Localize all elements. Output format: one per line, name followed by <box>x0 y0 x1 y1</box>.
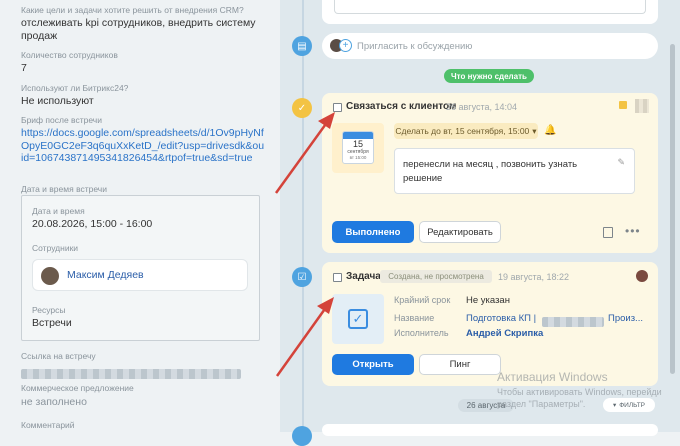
staff-name[interactable]: Максим Дедяев <box>67 269 144 281</box>
date-time-label: Дата и время <box>32 206 85 216</box>
task-title: Связаться с клиентом <box>346 101 457 112</box>
date-time-value: 20.08.2026, 15:00 - 16:00 <box>32 218 153 230</box>
filter-button[interactable]: ▾ ФИЛЬТР <box>603 398 655 412</box>
task-check-icon: ✓ <box>292 98 312 118</box>
deal-fields-panel: Какие цели и задачи хотите решить от вне… <box>0 0 280 432</box>
priority-flag-icon <box>619 101 627 109</box>
document-icon[interactable] <box>603 227 613 238</box>
employees-value: 7 <box>21 62 27 74</box>
task-comment: перенесли на месяц , позвонить узнать ре… <box>403 159 578 184</box>
todo-badge: Что нужно сделать <box>444 69 534 83</box>
comment-label: Комментарий <box>21 420 75 430</box>
task-check-icon: ☑ <box>292 267 312 287</box>
next-card <box>322 424 658 436</box>
deadline-picker[interactable]: Сделать до вт, 15 сентября, 15:00 ▾ <box>394 123 538 139</box>
task-name-blurred <box>542 314 604 332</box>
task-title: Задача <box>346 271 381 282</box>
more-icon[interactable]: ••• <box>625 224 641 238</box>
offer-label: Коммерческое предложение <box>21 383 134 393</box>
brief-link[interactable]: https://docs.google.com/spreadsheets/d/1… <box>21 127 266 165</box>
task-checkbox[interactable] <box>333 273 342 282</box>
avatar <box>635 99 649 113</box>
invite-bar[interactable]: + Пригласить к обсуждению <box>322 33 658 59</box>
executor-label: Исполнитель <box>394 328 449 338</box>
avatar <box>636 270 648 282</box>
comment-icon: ▤ <box>292 36 312 56</box>
brief-label: Бриф после встречи <box>21 115 102 125</box>
task-card-task: Задача Создана, не просмотрена 19 август… <box>322 262 658 386</box>
task-tile: ✓ <box>332 294 384 344</box>
deadline-value: Не указан <box>466 295 510 306</box>
status-badge: Создана, не просмотрена <box>380 270 492 283</box>
bitrix-value: Не используют <box>21 95 94 107</box>
bell-icon[interactable]: 🔔 <box>544 125 556 136</box>
done-button[interactable]: Выполнено <box>332 221 414 243</box>
offer-value: не заполнено <box>21 396 87 408</box>
name-label: Название <box>394 313 435 323</box>
task-comment-box[interactable]: перенесли на месяц , позвонить узнать ре… <box>394 148 635 194</box>
scrollbar[interactable] <box>670 44 675 374</box>
task-name-tail[interactable]: Произ... <box>608 313 643 324</box>
avatar <box>41 267 59 285</box>
staff-label: Сотрудники <box>32 243 79 253</box>
bitrix-label: Используют ли Битрикс24? <box>21 83 129 93</box>
goals-value: отслеживать kpi сотрудников, внедрить си… <box>21 17 256 42</box>
calendar-icon: 15 сентября вт 15:00 <box>342 131 374 164</box>
resources-value: Встречи <box>32 317 72 329</box>
goals-label: Какие цели и задачи хотите решить от вне… <box>21 5 244 15</box>
ping-button[interactable]: Пинг <box>419 354 501 375</box>
comment-editor[interactable] <box>322 0 658 24</box>
windows-activation-text-2: раздел "Параметры". <box>497 399 586 409</box>
timeline-line <box>302 0 304 432</box>
staff-card[interactable]: Максим Дедяев <box>32 259 248 291</box>
meeting-datetime-label: Дата и время встречи <box>21 184 107 194</box>
calendar-tile: 15 сентября вт 15:00 <box>332 123 384 173</box>
filter-icon: ▾ <box>612 402 617 409</box>
task-name-link[interactable]: Подготовка КП | <box>466 313 536 324</box>
windows-activation-text: Чтобы активировать Windows, перейди <box>497 387 662 397</box>
task-check-icon <box>292 426 312 446</box>
task-card-call: Связаться с клиентом 26 августа, 14:04 1… <box>322 93 658 253</box>
add-user-icon[interactable]: + <box>339 39 352 52</box>
chevron-down-icon: ▾ <box>532 125 537 136</box>
open-button[interactable]: Открыть <box>332 354 414 375</box>
meeting-block: Дата и время 20.08.2026, 15:00 - 16:00 С… <box>21 195 260 341</box>
meeting-link-label: Ссылка на встречу <box>21 351 96 361</box>
meeting-link-blurred <box>21 366 241 384</box>
deadline-label: Крайний срок <box>394 295 451 305</box>
task-checkbox[interactable] <box>333 103 342 112</box>
edit-button[interactable]: Редактировать <box>419 221 501 243</box>
resources-label: Ресурсы <box>32 305 66 315</box>
employees-label: Количество сотрудников <box>21 50 118 60</box>
task-date: 19 августа, 18:22 <box>498 272 570 282</box>
task-check-icon: ✓ <box>348 309 368 329</box>
windows-activation-title: Активация Windows <box>497 370 608 384</box>
executor-link[interactable]: Андрей Скрипка <box>466 328 543 339</box>
task-date: 26 августа, 14:04 <box>446 102 518 112</box>
invite-placeholder[interactable]: Пригласить к обсуждению <box>357 41 472 52</box>
pencil-icon[interactable]: ✎ <box>617 157 625 168</box>
